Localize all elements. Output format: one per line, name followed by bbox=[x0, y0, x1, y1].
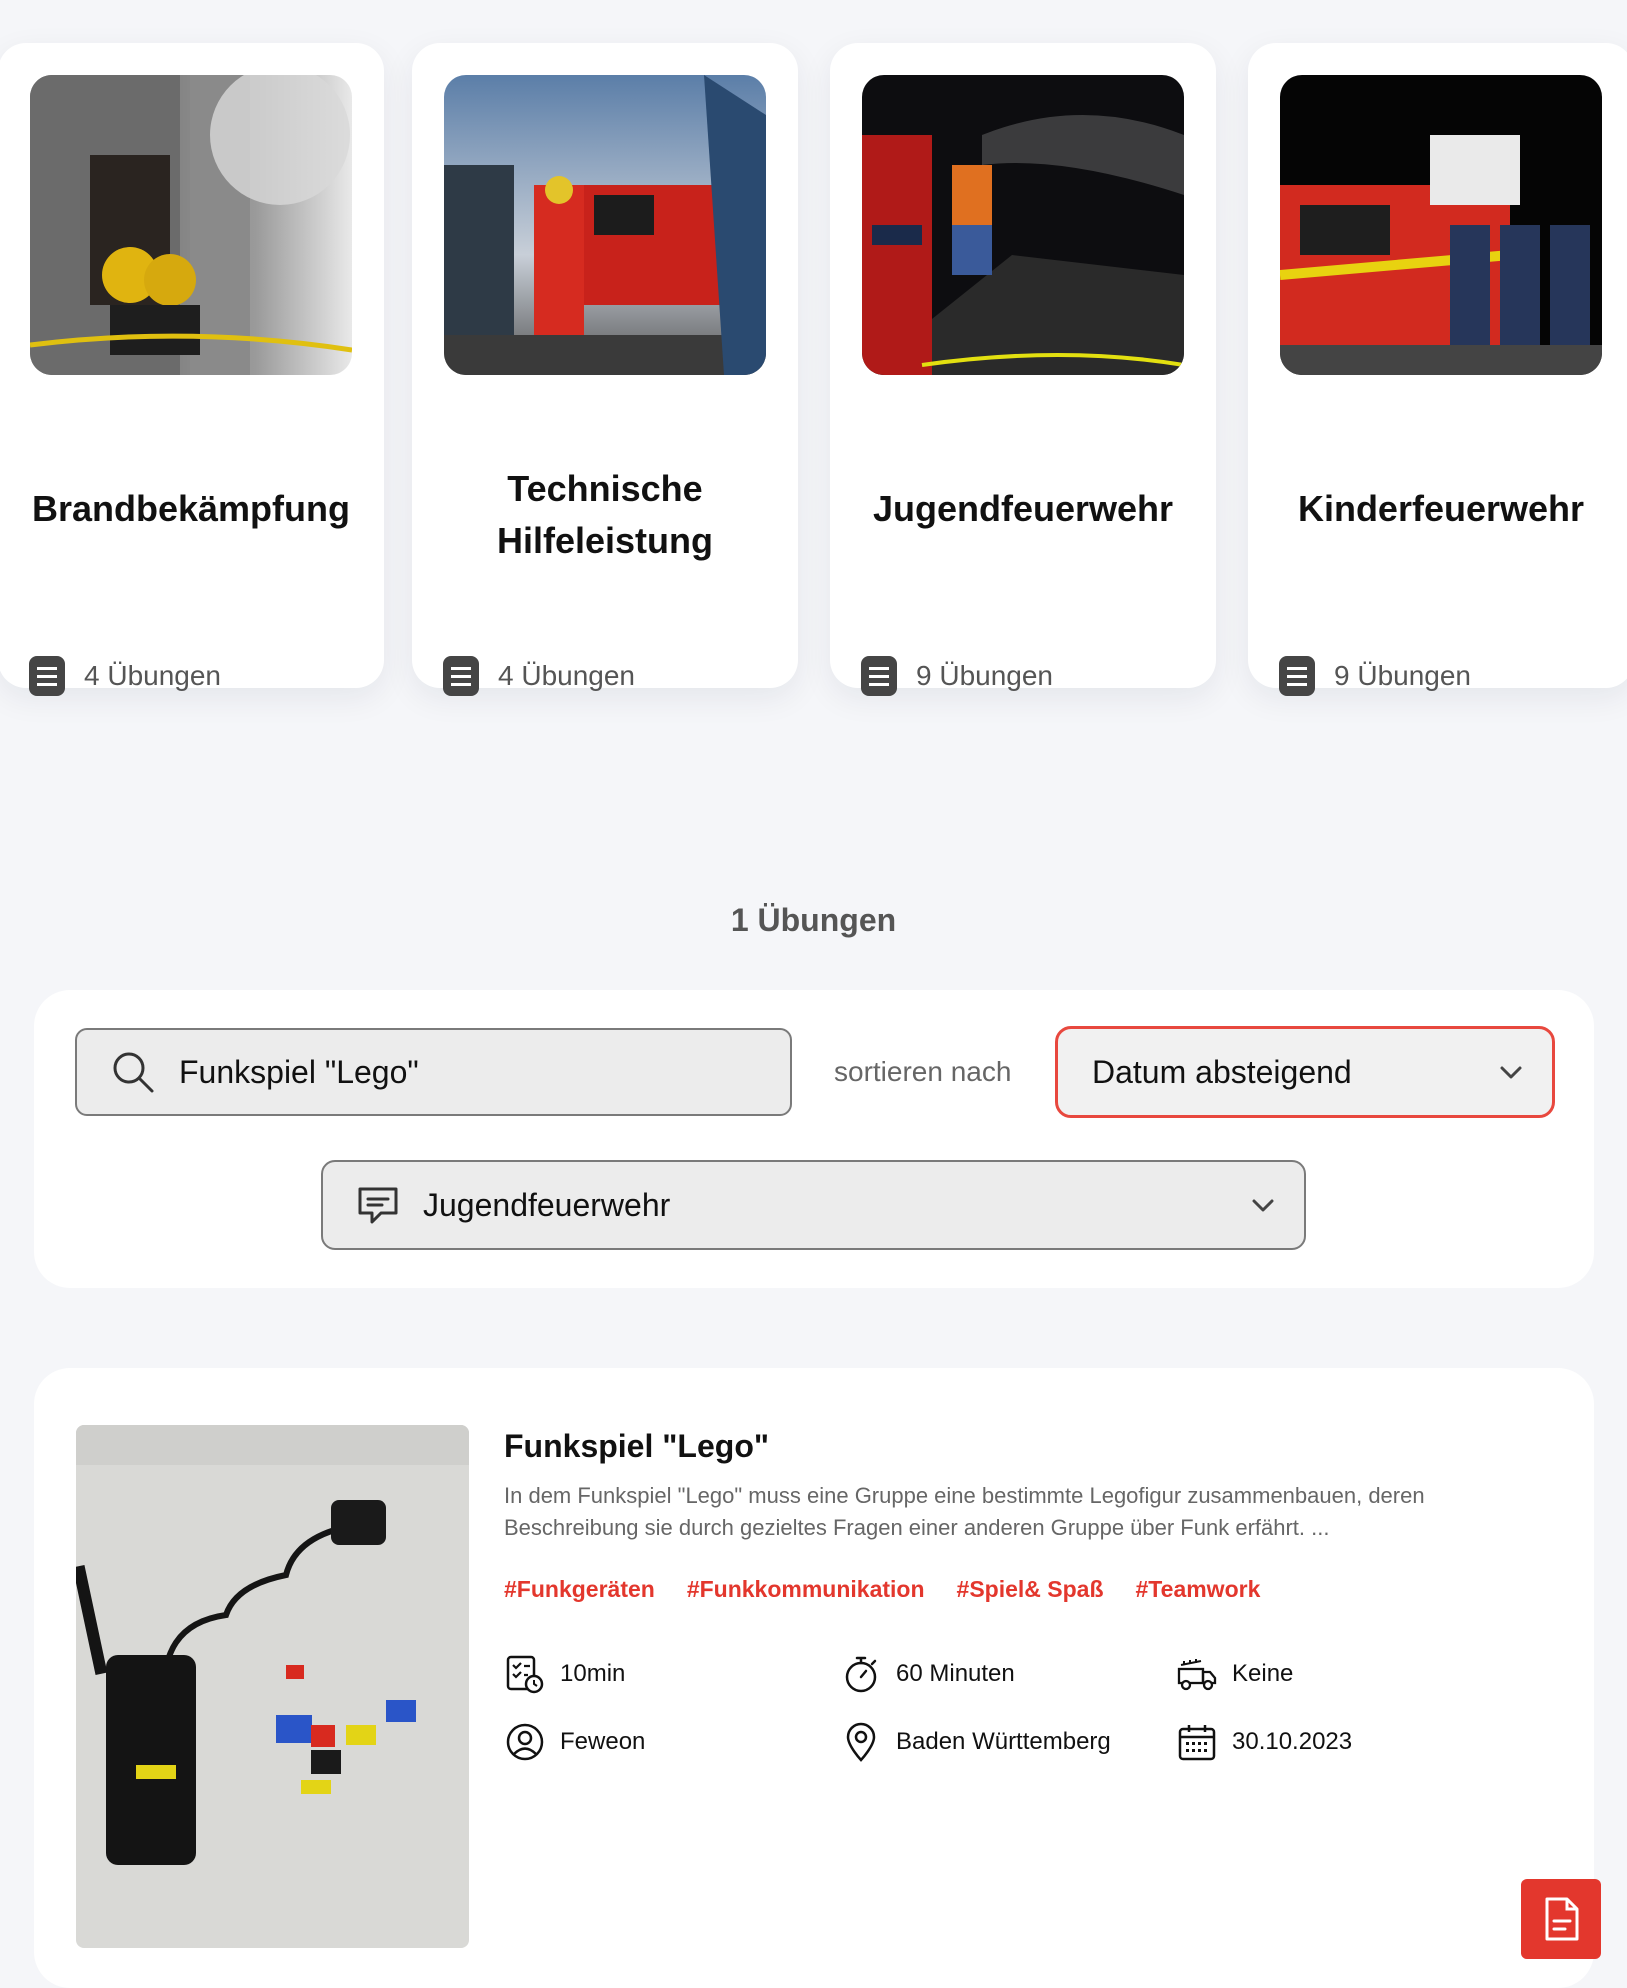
chat-icon bbox=[358, 1187, 398, 1224]
category-card-kinderfeuerwehr[interactable]: Kinderfeuerwehr 9 Übungen bbox=[1248, 43, 1627, 696]
category-select[interactable]: Jugendfeuerwehr bbox=[321, 1160, 1306, 1250]
stopwatch-icon bbox=[845, 1656, 877, 1693]
date-value: 30.10.2023 bbox=[1232, 1728, 1353, 1755]
result-count: 1 Übungen bbox=[730, 902, 897, 938]
sort-select[interactable]: Datum absteigend bbox=[1055, 1026, 1555, 1118]
document-fab-button[interactable] bbox=[1521, 1879, 1601, 1959]
exercise-meta: 10min 60 Minuten Keine Feweon Baden Würt… bbox=[504, 1640, 1564, 1776]
search-icon bbox=[113, 1052, 154, 1093]
prep-time: 10min bbox=[504, 1653, 840, 1695]
category-title: Jugendfeuerwehr bbox=[872, 488, 1174, 529]
chevron-down-icon bbox=[1252, 1199, 1274, 1212]
exercise-title[interactable]: Funkspiel "Lego" bbox=[504, 1428, 769, 1465]
filter-panel: sortieren nach Datum absteigend Jugendfe… bbox=[34, 990, 1594, 1288]
vehicle: Keine bbox=[1176, 1653, 1476, 1695]
chevron-down-icon bbox=[1500, 1066, 1522, 1079]
fire-truck-icon bbox=[1177, 1659, 1217, 1691]
region-value: Baden Württemberg bbox=[896, 1728, 1111, 1755]
author-value: Feweon bbox=[560, 1728, 646, 1755]
document-icon bbox=[443, 656, 479, 696]
category-image bbox=[444, 75, 766, 375]
author: Feweon bbox=[504, 1721, 840, 1763]
checklist-clock-icon bbox=[506, 1655, 544, 1694]
category-card-jugendfeuerwehr[interactable]: Jugendfeuerwehr 9 Übungen bbox=[830, 43, 1216, 696]
exercise-count: 9 Übungen bbox=[860, 653, 1053, 699]
category-value: Jugendfeuerwehr bbox=[423, 1186, 671, 1223]
search-box[interactable] bbox=[75, 1028, 792, 1116]
region: Baden Württemberg bbox=[840, 1721, 1176, 1763]
exercise-count: 4 Übungen bbox=[28, 653, 221, 699]
document-icon bbox=[1279, 656, 1315, 696]
sort-value: Datum absteigend bbox=[1092, 1053, 1352, 1090]
exercise-description: In dem Funkspiel "Lego" muss eine Gruppe… bbox=[504, 1480, 1544, 1544]
document-icon bbox=[1545, 1897, 1579, 1941]
exercise-image bbox=[76, 1425, 469, 1948]
search-input[interactable] bbox=[177, 1052, 741, 1092]
sort-label: sortieren nach bbox=[834, 1056, 1012, 1087]
category-card-technische-hilfeleistung[interactable]: Technische Hilfeleistung 4 Übungen bbox=[412, 43, 798, 696]
document-icon bbox=[861, 656, 897, 696]
exercise-card[interactable]: Funkspiel "Lego" In dem Funkspiel "Lego"… bbox=[34, 1368, 1594, 1988]
duration-value: 60 Minuten bbox=[896, 1660, 1015, 1687]
exercise-count-label: 4 Übungen bbox=[84, 660, 222, 691]
duration: 60 Minuten bbox=[840, 1653, 1176, 1695]
category-card-brandbekaempfung[interactable]: Brandbekämpfung 4 Übungen bbox=[0, 43, 384, 696]
category-image bbox=[862, 75, 1184, 375]
date: 30.10.2023 bbox=[1176, 1721, 1476, 1763]
category-title: Brandbekämpfung bbox=[31, 488, 351, 529]
exercise-count-label: 9 Übungen bbox=[1334, 660, 1472, 691]
exercise-count: 9 Übungen bbox=[1278, 653, 1471, 699]
tag[interactable]: #Funkkommunikation bbox=[687, 1576, 925, 1603]
tag[interactable]: #Funkgeräten bbox=[504, 1576, 655, 1603]
category-title: Technische Hilfeleistung bbox=[496, 468, 714, 561]
exercise-count-label: 4 Übungen bbox=[498, 660, 636, 691]
description-line-2: Beschreibung sie durch gezieltes Fragen … bbox=[504, 1515, 1330, 1540]
category-image bbox=[1280, 75, 1602, 375]
tag-list: #Funkgeräten #Funkkommunikation #Spiel& … bbox=[504, 1576, 1260, 1603]
prep-time-value: 10min bbox=[560, 1660, 626, 1687]
description-line-1: In dem Funkspiel "Lego" muss eine Gruppe… bbox=[504, 1483, 1425, 1508]
tag[interactable]: #Spiel& Spaß bbox=[957, 1576, 1104, 1603]
calendar-icon bbox=[1178, 1725, 1216, 1761]
tag[interactable]: #Teamwork bbox=[1136, 1576, 1261, 1603]
exercise-count-label: 9 Übungen bbox=[916, 660, 1054, 691]
location-pin-icon bbox=[846, 1722, 876, 1762]
category-title: Kinderfeuerwehr bbox=[1297, 488, 1585, 529]
user-icon bbox=[506, 1723, 544, 1761]
exercise-count: 4 Übungen bbox=[442, 653, 635, 699]
category-image bbox=[30, 75, 352, 375]
document-icon bbox=[29, 656, 65, 696]
vehicle-value: Keine bbox=[1232, 1660, 1294, 1687]
